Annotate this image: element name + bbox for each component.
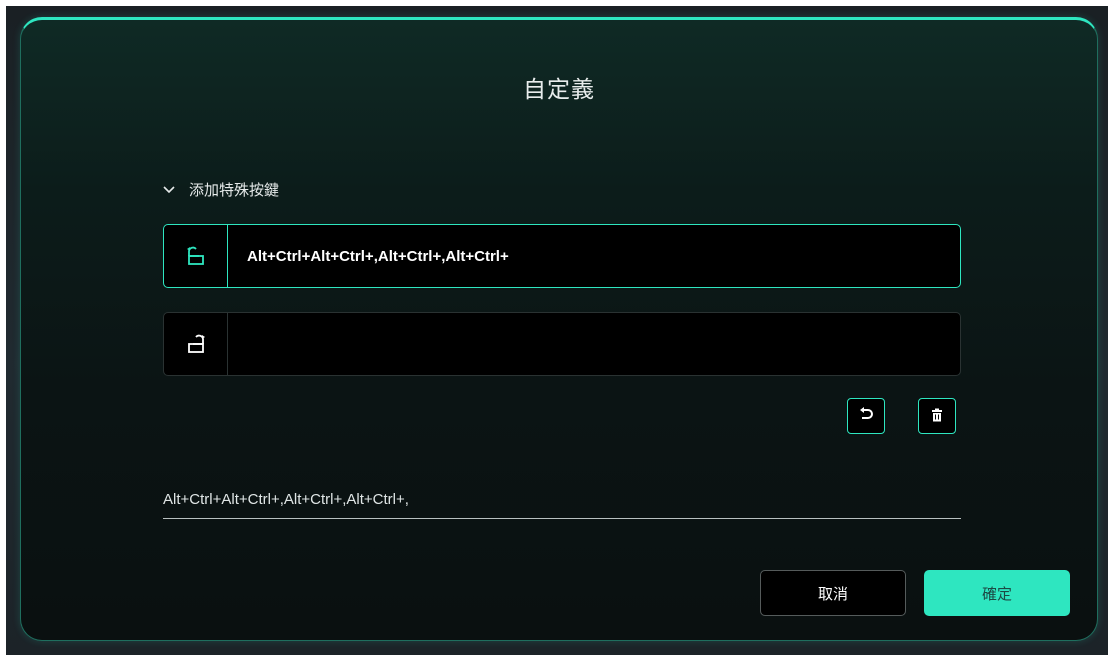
result-underline xyxy=(163,518,961,519)
key-release-icon xyxy=(164,313,228,375)
undo-button[interactable] xyxy=(847,398,885,434)
result-field[interactable]: Alt+Ctrl+Alt+Ctrl+,Alt+Ctrl+,Alt+Ctrl+, xyxy=(163,491,961,508)
custom-key-dialog: 自定義 添加特殊按鍵 Alt+Ctrl+Alt+Ctrl+,Alt+Ctrl+,… xyxy=(20,17,1098,641)
delete-button[interactable] xyxy=(918,398,956,434)
key-release-row[interactable] xyxy=(163,312,961,376)
chevron-down-icon xyxy=(163,184,175,196)
ok-button[interactable]: 確定 xyxy=(924,570,1070,616)
key-press-value: Alt+Ctrl+Alt+Ctrl+,Alt+Ctrl+,Alt+Ctrl+ xyxy=(247,247,509,265)
add-special-keys-toggle[interactable]: 添加特殊按鍵 xyxy=(163,179,279,200)
section-label: 添加特殊按鍵 xyxy=(189,181,280,199)
undo-icon xyxy=(858,406,874,426)
key-press-row[interactable]: Alt+Ctrl+Alt+Ctrl+,Alt+Ctrl+,Alt+Ctrl+ xyxy=(163,224,961,288)
cancel-button[interactable]: 取消 xyxy=(760,570,906,616)
dialog-title: 自定義 xyxy=(523,77,595,103)
key-press-icon xyxy=(164,225,228,287)
trash-icon xyxy=(930,407,944,426)
